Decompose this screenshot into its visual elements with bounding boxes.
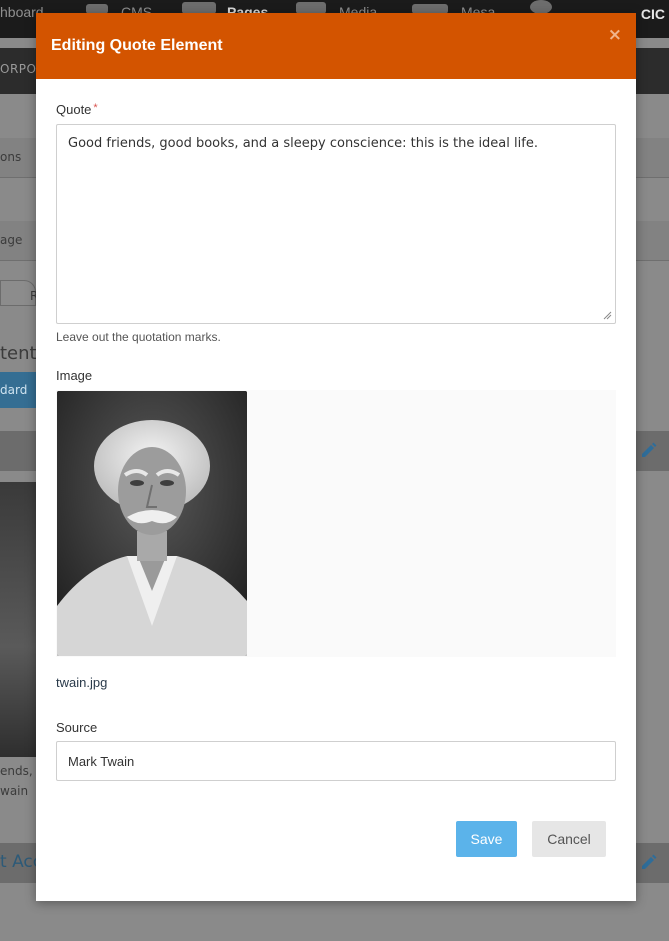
content-heading: tent: [0, 343, 37, 364]
quote-label-text: Quote: [56, 102, 92, 117]
twain-portrait-image[interactable]: [57, 391, 247, 656]
resize-grip-icon[interactable]: [602, 310, 612, 320]
source-label: Source: [56, 720, 98, 735]
actions-label: ons: [0, 150, 22, 164]
modal-title: Editing Quote Element: [51, 37, 223, 54]
portrait-illustration: [57, 391, 247, 656]
pencil-icon[interactable]: [640, 853, 658, 871]
gear-icon[interactable]: [530, 0, 552, 14]
cancel-button[interactable]: Cancel: [532, 821, 606, 857]
quote-label: Quote *: [56, 102, 98, 117]
page-label: age: [0, 233, 23, 247]
quote-help-text: Leave out the quotation marks.: [56, 330, 221, 344]
standard-button[interactable]: dard: [0, 372, 36, 408]
quote-textarea[interactable]: Good friends, good books, and a sleepy c…: [56, 124, 616, 324]
close-icon[interactable]: ×: [608, 27, 622, 44]
pencil-icon[interactable]: [640, 441, 658, 459]
brand-label: CIC: [640, 6, 665, 22]
image-filename[interactable]: twain.jpg: [56, 675, 107, 690]
modal-header: Editing Quote Element ×: [36, 13, 636, 79]
image-preview-panel[interactable]: [56, 390, 616, 657]
standard-button-label: dard: [0, 383, 28, 397]
twain-thumbnail: [0, 482, 36, 757]
save-button[interactable]: Save: [456, 821, 517, 857]
required-mark: *: [93, 102, 98, 114]
source-input[interactable]: [56, 741, 616, 781]
image-label: Image: [56, 368, 93, 383]
edit-quote-modal: Editing Quote Element × Quote * Good frie…: [36, 13, 636, 901]
quote-preview-line-2: wain: [0, 784, 29, 798]
